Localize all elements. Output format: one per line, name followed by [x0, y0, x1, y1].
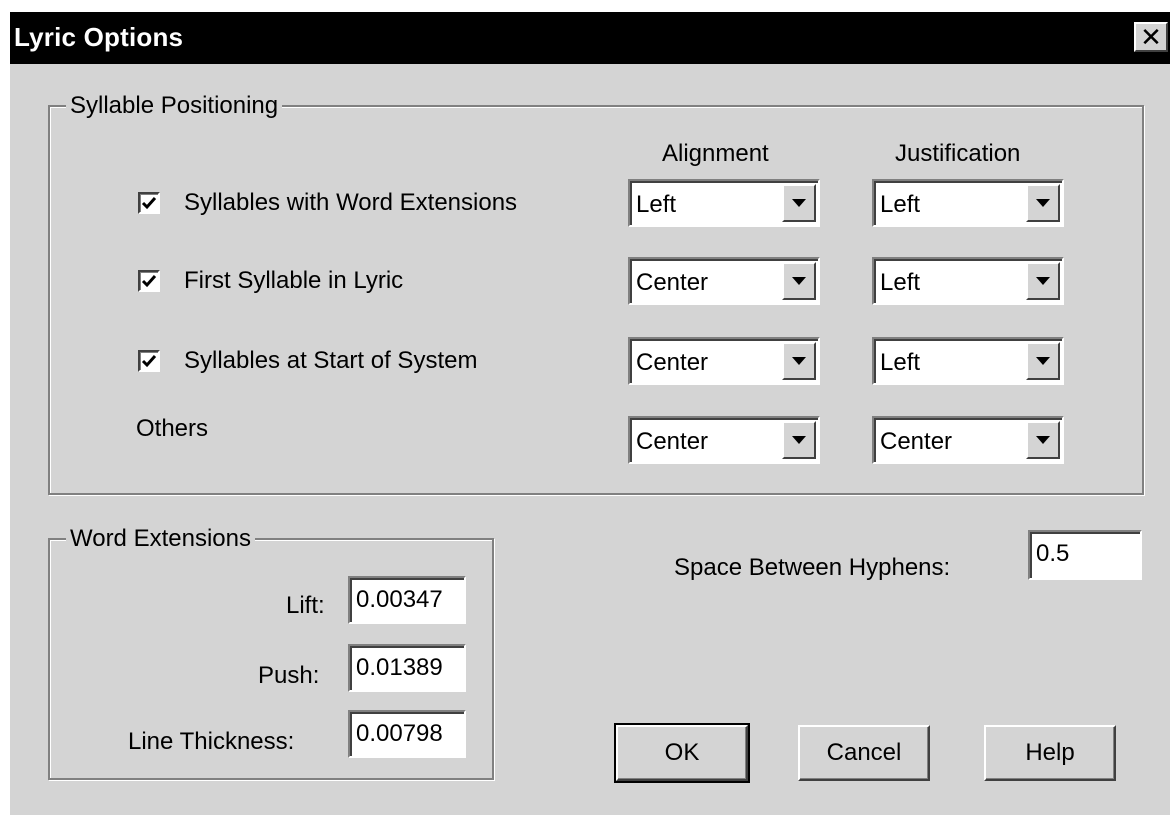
chevron-down-icon — [792, 199, 806, 207]
others-label: Others — [136, 415, 209, 442]
push-label: Push: — [258, 662, 320, 689]
combo-value: Center — [636, 349, 709, 376]
first-syllable-checkbox[interactable] — [138, 270, 160, 292]
dropdown-button[interactable] — [782, 262, 816, 300]
check-icon — [141, 275, 157, 288]
combo-value: Center — [636, 428, 709, 455]
close-icon: ✕ — [1140, 22, 1162, 52]
dropdown-button[interactable] — [782, 421, 816, 459]
dialog-title: Lyric Options — [14, 22, 184, 52]
title-bar[interactable]: Lyric Options ✕ — [10, 12, 1170, 64]
combo-value: Left — [880, 191, 921, 218]
combo-value: Center — [880, 428, 953, 455]
lift-input[interactable]: 0.00347 — [348, 576, 466, 624]
start-of-system-justification-select[interactable]: Left — [872, 337, 1064, 385]
start-of-system-alignment-select[interactable]: Center — [628, 337, 820, 385]
first-syllable-justification-select[interactable]: Left — [872, 257, 1064, 305]
lift-label: Lift: — [286, 592, 325, 619]
check-icon — [141, 197, 157, 210]
dropdown-button[interactable] — [1026, 342, 1060, 380]
chevron-down-icon — [792, 357, 806, 365]
lyric-options-dialog: Lyric Options ✕ Syllable Positioning Ali… — [8, 10, 1170, 815]
dropdown-button[interactable] — [1026, 262, 1060, 300]
combo-value: Left — [880, 269, 921, 296]
syllable-positioning-legend: Syllable Positioning — [66, 92, 283, 120]
space-between-hyphens-input[interactable]: 0.5 — [1028, 530, 1142, 580]
check-icon — [141, 355, 157, 368]
cancel-button[interactable]: Cancel — [798, 725, 930, 781]
start-of-system-label: Syllables at Start of System — [184, 347, 478, 374]
syllables-word-extensions-justification-select[interactable]: Left — [872, 179, 1064, 227]
chevron-down-icon — [1036, 357, 1050, 365]
chevron-down-icon — [1036, 277, 1050, 285]
alignment-column-header: Alignment — [662, 140, 769, 167]
syllable-positioning-group: Syllable Positioning Alignment Justifica… — [48, 92, 1144, 495]
dropdown-button[interactable] — [782, 342, 816, 380]
word-extensions-group: Word Extensions Lift: 0.00347 Push: 0.01… — [48, 525, 494, 780]
justification-column-header: Justification — [895, 140, 1021, 167]
syllables-word-extensions-alignment-select[interactable]: Left — [628, 179, 820, 227]
syllables-word-extensions-checkbox[interactable] — [138, 192, 160, 214]
syllables-word-extensions-label: Syllables with Word Extensions — [184, 189, 518, 216]
dropdown-button[interactable] — [1026, 184, 1060, 222]
others-justification-select[interactable]: Center — [872, 416, 1064, 464]
start-of-system-checkbox[interactable] — [138, 350, 160, 372]
others-alignment-select[interactable]: Center — [628, 416, 820, 464]
first-syllable-label: First Syllable in Lyric — [184, 267, 404, 294]
help-button[interactable]: Help — [984, 725, 1116, 781]
line-thickness-input[interactable]: 0.00798 — [348, 710, 466, 758]
chevron-down-icon — [1036, 436, 1050, 444]
space-between-hyphens-label: Space Between Hyphens: — [674, 554, 951, 581]
line-thickness-label: Line Thickness: — [128, 728, 295, 755]
ok-button[interactable]: OK — [614, 723, 750, 783]
chevron-down-icon — [1036, 199, 1050, 207]
dropdown-button[interactable] — [1026, 421, 1060, 459]
push-input[interactable]: 0.01389 — [348, 644, 466, 692]
word-extensions-legend: Word Extensions — [66, 525, 255, 553]
combo-value: Left — [636, 191, 677, 218]
combo-value: Center — [636, 269, 709, 296]
chevron-down-icon — [792, 277, 806, 285]
dropdown-button[interactable] — [782, 184, 816, 222]
close-button[interactable]: ✕ — [1134, 22, 1168, 52]
chevron-down-icon — [792, 436, 806, 444]
first-syllable-alignment-select[interactable]: Center — [628, 257, 820, 305]
combo-value: Left — [880, 349, 921, 376]
